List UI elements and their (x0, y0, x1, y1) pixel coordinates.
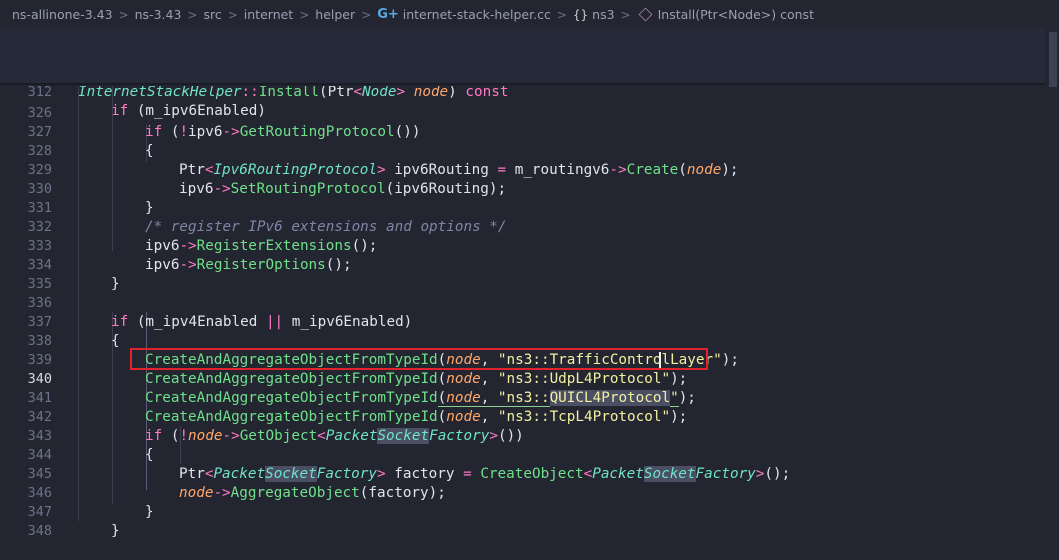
code-row[interactable]: 327 { (0, 104, 1059, 159)
code-row[interactable]: 338 CreateAndAggregateObjectFromTypeId(n… (0, 313, 1059, 368)
breadcrumb-item[interactable]: internet (244, 7, 293, 22)
code-row[interactable]: 348 (0, 503, 1059, 539)
code-row[interactable]: 336 if (m_ipv4Enabled || m_ipv6Enabled) (0, 275, 1059, 330)
cpp-file-icon: G+ (377, 7, 399, 22)
breadcrumb-method[interactable]: Install(Ptr<Node>) const (637, 7, 814, 22)
vertical-scrollbar[interactable] (1045, 29, 1059, 521)
sticky-scroll-line[interactable]: 287 InternetStackHelper::Install(Ptr<Nod… (0, 45, 1059, 100)
code-line[interactable]: } (111, 522, 120, 541)
chevron-right-icon: > (620, 7, 631, 22)
code-row[interactable]: 326 if (!ipv6->GetRoutingProtocol()) (0, 85, 1059, 140)
braces-namespace-icon: {} (572, 7, 589, 22)
line-number: 348 (27, 523, 52, 539)
breadcrumb-file[interactable]: G+ internet-stack-helper.cc (377, 7, 551, 22)
method-cube-icon (638, 7, 653, 22)
code-row[interactable]: 332 ipv6->RegisterExtensions(); (0, 199, 1059, 254)
chevron-right-icon: > (118, 7, 129, 22)
code-row[interactable]: 330 } (0, 161, 1059, 216)
chevron-right-icon: > (556, 7, 567, 22)
code-row[interactable]: 331 /* register IPv6 extensions and opti… (0, 180, 1059, 235)
code-row[interactable]: 329 ipv6->SetRoutingProtocol(ipv6Routing… (0, 142, 1059, 197)
code-row[interactable]: 343 { (0, 408, 1059, 463)
chevron-right-icon: > (187, 7, 198, 22)
code-row[interactable]: 337 { (0, 294, 1059, 349)
sticky-scroll-line[interactable]: 312 if (m_ipv6Enabled) (0, 64, 1059, 119)
code-row[interactable]: 345 node->AggregateObject(factory); (0, 446, 1059, 501)
breadcrumb-namespace[interactable]: {} ns3 (573, 7, 615, 22)
chevron-right-icon: > (361, 7, 372, 22)
breadcrumb-item[interactable]: src (203, 7, 221, 22)
breadcrumb-item[interactable]: helper (315, 7, 355, 22)
chevron-right-icon: > (299, 7, 310, 22)
code-row[interactable]: 342 if (!node->GetObject<PacketSocketFac… (0, 389, 1059, 444)
breadcrumb-item[interactable]: ns-3.43 (135, 7, 182, 22)
code-row[interactable]: 335 (0, 256, 1059, 292)
breadcrumb: ns-allinone-3.43 > ns-3.43 > src > inter… (0, 0, 1059, 29)
code-row[interactable]: 346 } (0, 465, 1059, 520)
breadcrumb-item[interactable]: ns-allinone-3.43 (12, 7, 113, 22)
code-row[interactable]: 341 CreateAndAggregateObjectFromTypeId(n… (0, 370, 1059, 425)
scrollbar-thumb[interactable] (1049, 32, 1057, 87)
code-row[interactable]: 344 Ptr<PacketSocketFactory> factory = C… (0, 427, 1059, 482)
code-row[interactable]: 333 ipv6->RegisterOptions(); (0, 218, 1059, 273)
code-row[interactable]: 334 } (0, 237, 1059, 292)
chevron-right-icon: > (227, 7, 238, 22)
code-row[interactable]: 328 Ptr<Ipv6RoutingProtocol> ipv6Routing… (0, 123, 1059, 178)
highlight-annotation-box (130, 348, 708, 370)
code-row[interactable]: 347 } (0, 484, 1059, 539)
